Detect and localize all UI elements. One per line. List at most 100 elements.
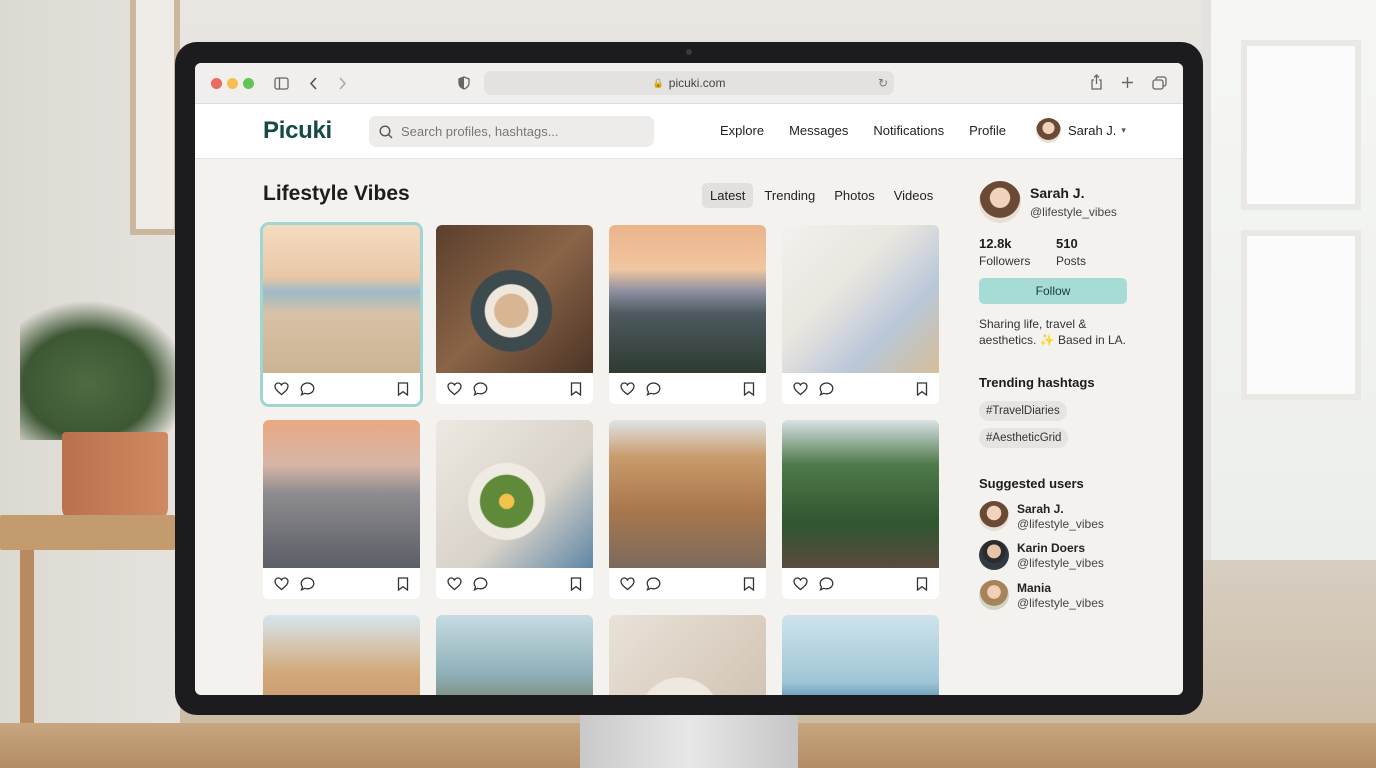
post-card[interactable] xyxy=(782,420,939,599)
screen: 🔒 picuki.com ↻ Picuki Search profiles, h… xyxy=(195,63,1183,695)
tab-trending[interactable]: Trending xyxy=(756,183,823,208)
room-window xyxy=(1201,0,1376,560)
old-town-buildings-photo[interactable] xyxy=(263,615,420,695)
trending-hashtags-heading: Trending hashtags xyxy=(979,375,1095,390)
nav-notifications[interactable]: Notifications xyxy=(873,123,944,138)
comment-bubble-icon[interactable] xyxy=(300,382,315,396)
window-pane xyxy=(1241,230,1361,400)
comment-bubble-icon[interactable] xyxy=(300,577,315,591)
post-actions xyxy=(782,568,939,599)
tab-overview-icon[interactable] xyxy=(1152,76,1167,90)
bookmark-icon[interactable] xyxy=(916,382,928,396)
user-avatar xyxy=(1036,118,1061,143)
suggested-user[interactable]: Sarah J. @lifestyle_vibes xyxy=(979,501,1104,531)
like-heart-icon[interactable] xyxy=(447,577,462,591)
like-heart-icon[interactable] xyxy=(274,382,289,396)
like-heart-icon[interactable] xyxy=(793,577,808,591)
address-bar[interactable]: 🔒 picuki.com ↻ xyxy=(484,71,894,95)
suggested-user-handle: @lifestyle_vibes xyxy=(1017,555,1104,570)
search-input[interactable] xyxy=(401,124,631,139)
tab-videos[interactable]: Videos xyxy=(886,183,942,208)
post-actions xyxy=(609,373,766,404)
outfit-flatlay-photo[interactable] xyxy=(782,225,939,373)
post-card[interactable] xyxy=(260,222,423,407)
like-heart-icon[interactable] xyxy=(447,382,462,396)
sidebar-toggle-icon[interactable] xyxy=(274,77,289,90)
post-card[interactable] xyxy=(609,420,766,599)
profile-avatar[interactable] xyxy=(979,181,1021,223)
salad-egg-plate-photo[interactable] xyxy=(436,420,593,568)
back-arrow-icon[interactable] xyxy=(309,77,318,90)
jungle-balcony-photo[interactable] xyxy=(782,420,939,568)
nav-profile[interactable]: Profile xyxy=(969,123,1006,138)
woman-on-beach-photo[interactable] xyxy=(263,225,420,373)
post-card[interactable] xyxy=(609,615,766,695)
minimize-window-button[interactable] xyxy=(227,78,238,89)
comment-bubble-icon[interactable] xyxy=(819,577,834,591)
bookmark-icon[interactable] xyxy=(743,577,755,591)
bookmark-icon[interactable] xyxy=(397,382,409,396)
tab-latest[interactable]: Latest xyxy=(702,183,754,208)
bookmark-icon[interactable] xyxy=(397,577,409,591)
posts-stat: 510 Posts xyxy=(1056,236,1086,268)
privacy-shield-icon[interactable] xyxy=(458,76,470,90)
coast-hat-woman-photo[interactable] xyxy=(436,615,593,695)
sea-woman-back-photo[interactable] xyxy=(782,615,939,695)
followers-stat: 12.8k Followers xyxy=(979,236,1030,268)
comment-bubble-icon[interactable] xyxy=(646,577,661,591)
user-menu[interactable]: Sarah J. ▾ xyxy=(1036,118,1126,143)
post-card[interactable] xyxy=(609,225,766,404)
nav-messages[interactable]: Messages xyxy=(789,123,848,138)
post-card[interactable] xyxy=(263,420,420,599)
reload-icon[interactable]: ↻ xyxy=(878,76,888,90)
comment-bubble-icon[interactable] xyxy=(473,577,488,591)
feed-area: Lifestyle Vibes Latest Trending Photos V… xyxy=(195,159,1183,695)
chevron-down-icon: ▾ xyxy=(1121,125,1126,135)
webcam-dot xyxy=(686,49,692,55)
share-icon[interactable] xyxy=(1090,74,1103,90)
plant-pot xyxy=(62,432,168,522)
comment-bubble-icon[interactable] xyxy=(819,382,834,396)
lock-icon: 🔒 xyxy=(652,77,664,88)
like-heart-icon[interactable] xyxy=(793,382,808,396)
plant-leaves xyxy=(20,300,190,440)
nav-explore[interactable]: Explore xyxy=(720,123,764,138)
suggested-user[interactable]: Mania @lifestyle_vibes xyxy=(979,580,1104,610)
bookmark-icon[interactable] xyxy=(743,382,755,396)
comment-bubble-icon[interactable] xyxy=(473,382,488,396)
post-card[interactable] xyxy=(436,225,593,404)
post-card[interactable] xyxy=(263,615,420,695)
city-skyline-photo[interactable] xyxy=(263,420,420,568)
comment-bubble-icon[interactable] xyxy=(646,382,661,396)
app-header: Picuki Explore Messages Notifications Pr… xyxy=(195,104,1183,159)
post-card[interactable] xyxy=(782,225,939,404)
post-card[interactable] xyxy=(782,615,939,695)
new-tab-plus-icon[interactable] xyxy=(1121,76,1134,89)
search-box[interactable] xyxy=(369,116,654,147)
like-heart-icon[interactable] xyxy=(620,382,635,396)
like-heart-icon[interactable] xyxy=(274,577,289,591)
close-window-button[interactable] xyxy=(211,78,222,89)
bookmark-icon[interactable] xyxy=(570,577,582,591)
post-card[interactable] xyxy=(436,420,593,599)
tab-photos[interactable]: Photos xyxy=(826,183,882,208)
like-heart-icon[interactable] xyxy=(620,577,635,591)
follow-button[interactable]: Follow xyxy=(979,278,1127,304)
maximize-window-button[interactable] xyxy=(243,78,254,89)
european-street-photo[interactable] xyxy=(609,420,766,568)
bookmark-icon[interactable] xyxy=(916,577,928,591)
latte-art-coffee-photo[interactable] xyxy=(436,225,593,373)
forward-arrow-icon[interactable] xyxy=(338,77,347,90)
mountain-sunset-photo[interactable] xyxy=(609,225,766,373)
suggested-users-heading: Suggested users xyxy=(979,476,1084,491)
monitor: 🔒 picuki.com ↻ Picuki Search profiles, h… xyxy=(175,42,1203,715)
hashtag-chip[interactable]: #TravelDiaries xyxy=(979,401,1067,421)
profile-name: Sarah J. xyxy=(1030,185,1085,201)
app-logo[interactable]: Picuki xyxy=(263,117,332,145)
post-card[interactable] xyxy=(436,615,593,695)
suggested-user[interactable]: Karin Doers @lifestyle_vibes xyxy=(979,540,1104,570)
hashtag-chip[interactable]: #AestheticGrid xyxy=(979,428,1069,448)
post-actions xyxy=(263,373,420,404)
bookmark-icon[interactable] xyxy=(570,382,582,396)
grain-bowl-photo[interactable] xyxy=(609,615,766,695)
